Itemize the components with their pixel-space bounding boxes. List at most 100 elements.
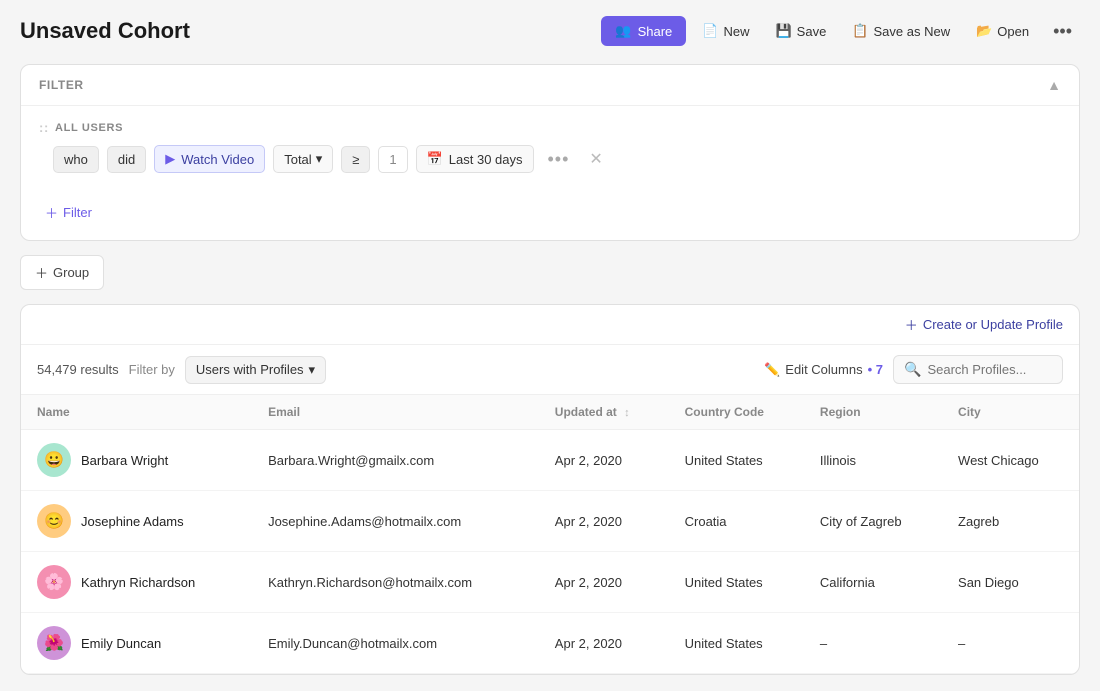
new-button[interactable]: 📄 New xyxy=(692,17,759,45)
page-header: Unsaved Cohort 👥 Share 📄 New 💾 Save 📋 Sa… xyxy=(20,16,1080,46)
plus-icon: ＋ xyxy=(905,315,918,334)
filter-who-tag: who xyxy=(53,146,99,173)
more-options-button[interactable]: ••• xyxy=(1045,17,1080,46)
cell-city-0: West Chicago xyxy=(942,430,1079,491)
save-icon: 💾 xyxy=(775,23,791,39)
save-as-new-icon: 📋 xyxy=(852,23,868,39)
plus-icon: ＋ xyxy=(35,263,48,282)
share-button[interactable]: 👥 Share xyxy=(601,16,686,46)
filter-by-select[interactable]: Users with Profiles ▾ xyxy=(185,356,326,384)
cell-date-2: Apr 2, 2020 xyxy=(539,552,669,613)
filter-header: Filter ▲ xyxy=(21,65,1079,106)
filter-row-more-button[interactable]: ••• xyxy=(542,147,576,172)
add-group-button[interactable]: ＋ Group xyxy=(20,255,104,290)
avatar: 🌸 xyxy=(37,565,71,599)
user-name: Kathryn Richardson xyxy=(81,575,195,590)
cell-email-3: Emily.Duncan@hotmailx.com xyxy=(252,613,539,674)
calendar-icon: 📅 xyxy=(427,151,443,167)
cell-name-1: 😊 Josephine Adams xyxy=(21,491,252,552)
filter-card: Filter ▲ :: ALL USERS who did ▶ Watch Vi… xyxy=(20,64,1080,241)
col-header-updated: Updated at ↕ xyxy=(539,395,669,430)
chevron-down-icon: ▾ xyxy=(316,151,323,167)
user-name: Barbara Wright xyxy=(81,453,168,468)
open-icon: 📂 xyxy=(976,23,992,39)
sort-icon: ↕ xyxy=(624,407,630,419)
filter-row: who did ▶ Watch Video Total ▾ ≥ 1 📅 Last… xyxy=(39,145,1061,173)
cell-region-3: – xyxy=(804,613,942,674)
cell-country-3: United States xyxy=(669,613,804,674)
search-profiles-input-wrap[interactable]: 🔍 xyxy=(893,355,1063,384)
cell-city-2: San Diego xyxy=(942,552,1079,613)
filter-collapse-button[interactable]: ▲ xyxy=(1047,77,1061,93)
cell-region-2: California xyxy=(804,552,942,613)
new-icon: 📄 xyxy=(702,23,718,39)
cell-city-3: – xyxy=(942,613,1079,674)
filter-number-field[interactable]: 1 xyxy=(378,146,407,173)
filter-footer: ＋ Filter xyxy=(21,189,1079,240)
search-profiles-input[interactable] xyxy=(927,362,1052,377)
cell-name-2: 🌸 Kathryn Richardson xyxy=(21,552,252,613)
filter-gte-tag: ≥ xyxy=(341,146,370,173)
cell-city-1: Zagreb xyxy=(942,491,1079,552)
search-icon: 🔍 xyxy=(904,361,921,378)
results-right: ✏️ Edit Columns • 7 🔍 xyxy=(764,355,1063,384)
all-users-label: :: ALL USERS xyxy=(39,120,1061,135)
cell-name-0: 😀 Barbara Wright xyxy=(21,430,252,491)
open-button[interactable]: 📂 Open xyxy=(966,17,1039,45)
table-header-row: Name Email Updated at ↕ Country Code Reg… xyxy=(21,395,1079,430)
filter-title: Filter xyxy=(39,78,84,92)
edit-columns-button[interactable]: ✏️ Edit Columns • 7 xyxy=(764,362,883,378)
col-header-country: Country Code xyxy=(669,395,804,430)
chevron-down-icon: ▾ xyxy=(309,362,316,378)
avatar: 😀 xyxy=(37,443,71,477)
cell-date-0: Apr 2, 2020 xyxy=(539,430,669,491)
add-group-section: ＋ Group xyxy=(20,255,1080,290)
save-as-new-button[interactable]: 📋 Save as New xyxy=(842,17,960,45)
filter-did-tag[interactable]: did xyxy=(107,146,146,173)
page-title: Unsaved Cohort xyxy=(20,18,190,44)
cell-country-1: Croatia xyxy=(669,491,804,552)
cell-email-1: Josephine.Adams@hotmailx.com xyxy=(252,491,539,552)
video-icon: ▶ xyxy=(165,151,175,167)
filter-event-tag[interactable]: ▶ Watch Video xyxy=(154,145,265,173)
col-header-region: Region xyxy=(804,395,942,430)
cell-region-1: City of Zagreb xyxy=(804,491,942,552)
table-row[interactable]: 😊 Josephine Adams Josephine.Adams@hotmai… xyxy=(21,491,1079,552)
col-header-city: City xyxy=(942,395,1079,430)
user-name: Josephine Adams xyxy=(81,514,184,529)
user-name: Emily Duncan xyxy=(81,636,161,651)
save-button[interactable]: 💾 Save xyxy=(765,17,836,45)
table-row[interactable]: 🌺 Emily Duncan Emily.Duncan@hotmailx.com… xyxy=(21,613,1079,674)
cell-date-3: Apr 2, 2020 xyxy=(539,613,669,674)
header-actions: 👥 Share 📄 New 💾 Save 📋 Save as New 📂 Ope… xyxy=(601,16,1080,46)
edit-icon: ✏️ xyxy=(764,362,780,378)
cell-date-1: Apr 2, 2020 xyxy=(539,491,669,552)
filter-delete-button[interactable]: ✕ xyxy=(583,147,608,171)
table-row[interactable]: 🌸 Kathryn Richardson Kathryn.Richardson@… xyxy=(21,552,1079,613)
create-profile-button[interactable]: ＋ Create or Update Profile xyxy=(905,315,1063,334)
col-header-name: Name xyxy=(21,395,252,430)
results-count: 54,479 results xyxy=(37,362,119,377)
avatar: 🌺 xyxy=(37,626,71,660)
plus-icon: ＋ xyxy=(45,203,58,222)
filter-by-label: Filter by xyxy=(129,362,175,377)
cell-country-0: United States xyxy=(669,430,804,491)
filter-date-tag[interactable]: 📅 Last 30 days xyxy=(416,145,534,173)
cell-region-0: Illinois xyxy=(804,430,942,491)
edit-columns-count: • 7 xyxy=(868,362,883,377)
cell-country-2: United States xyxy=(669,552,804,613)
avatar: 😊 xyxy=(37,504,71,538)
results-section: ＋ Create or Update Profile 54,479 result… xyxy=(20,304,1080,675)
cell-email-2: Kathryn.Richardson@hotmailx.com xyxy=(252,552,539,613)
filter-body: :: ALL USERS who did ▶ Watch Video Total… xyxy=(21,106,1079,189)
share-icon: 👥 xyxy=(615,23,631,39)
table-row[interactable]: 😀 Barbara Wright Barbara.Wright@gmailx.c… xyxy=(21,430,1079,491)
results-left: 54,479 results Filter by Users with Prof… xyxy=(37,356,326,384)
col-header-email: Email xyxy=(252,395,539,430)
add-filter-button[interactable]: ＋ Filter xyxy=(39,199,98,226)
users-table: Name Email Updated at ↕ Country Code Reg… xyxy=(21,395,1079,674)
results-top-bar: ＋ Create or Update Profile xyxy=(21,305,1079,345)
drag-icon: :: xyxy=(39,120,49,135)
filter-total-select[interactable]: Total ▾ xyxy=(273,145,333,173)
cell-name-3: 🌺 Emily Duncan xyxy=(21,613,252,674)
